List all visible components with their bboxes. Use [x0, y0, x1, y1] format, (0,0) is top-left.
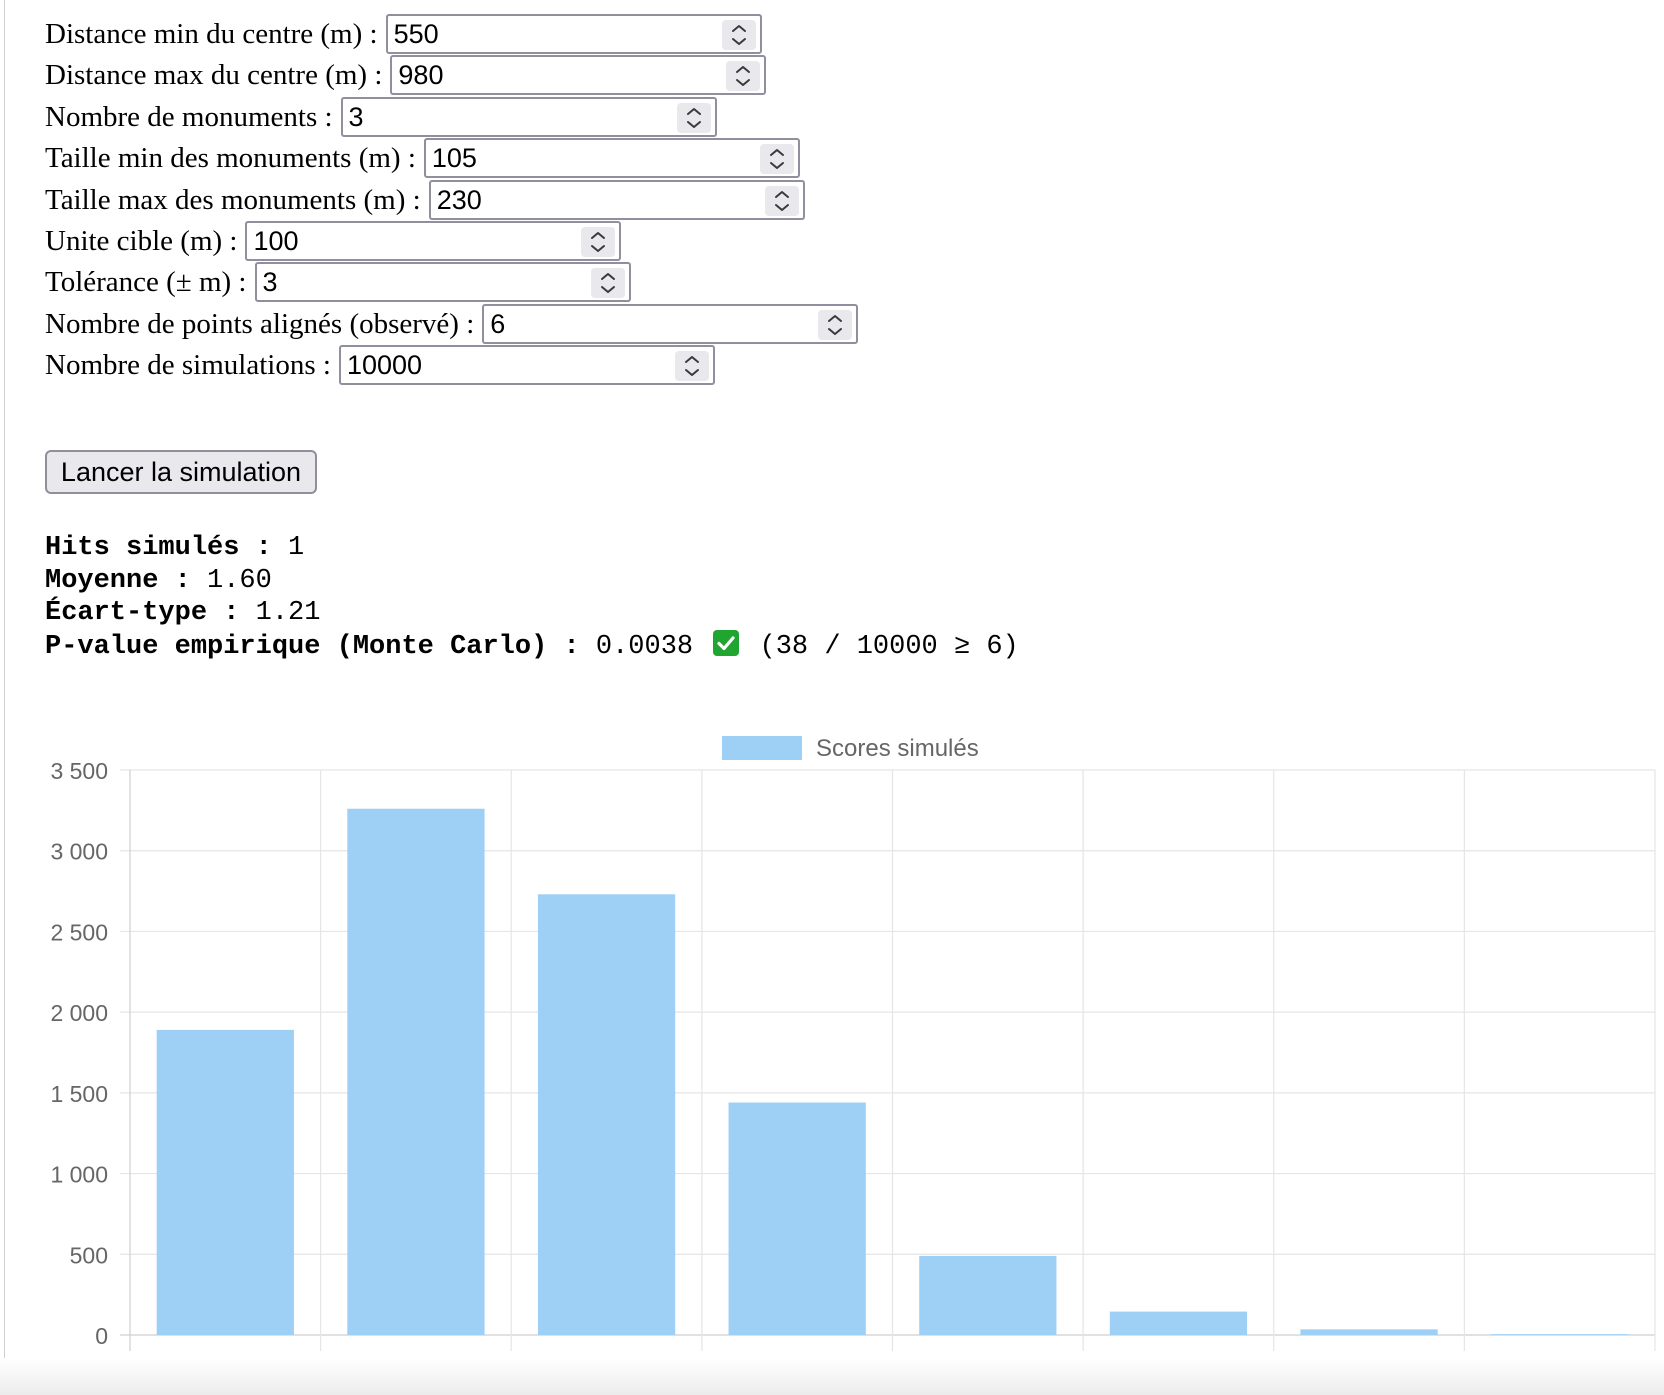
y-tick-label: 1 000	[50, 1162, 108, 1188]
mean-label: Moyenne :	[45, 565, 191, 596]
up-down-chevron-icon[interactable]	[818, 310, 853, 340]
form-row-target-unit: Unite cible (m) : 100	[45, 220, 622, 262]
bar-1	[347, 808, 485, 1335]
bar-0	[156, 1029, 294, 1335]
bar-5	[1109, 1311, 1248, 1335]
std-line: Écart-type : 1.21	[45, 597, 1019, 630]
up-down-chevron-icon[interactable]	[581, 227, 616, 257]
distance-min-input[interactable]: 550	[385, 14, 762, 54]
y-tick-label: 2 500	[50, 919, 108, 945]
field-label: Nombre de points alignés (observé) :	[45, 307, 475, 340]
up-down-chevron-icon[interactable]	[721, 20, 756, 50]
window-bottom-edge	[0, 1358, 1664, 1395]
size-max-input[interactable]: 230	[428, 180, 805, 220]
input-value: 6	[490, 308, 506, 339]
size-min-input[interactable]: 105	[423, 138, 800, 178]
input-value: 100	[253, 225, 299, 256]
legend-label: Scores simulés	[816, 735, 979, 762]
y-tick-label: 3 500	[50, 758, 108, 784]
results-panel: Hits simulés : 1 Moyenne : 1.60 Écart-type…	[45, 532, 1019, 663]
bar-7	[1491, 1334, 1629, 1335]
simulation-count-input[interactable]: 10000	[338, 345, 715, 385]
bar-4	[919, 1255, 1057, 1335]
up-down-chevron-icon[interactable]	[590, 268, 625, 298]
aligned-points-input[interactable]: 6	[482, 304, 859, 344]
y-tick-label: 2 000	[50, 1000, 108, 1026]
y-tick-label: 1 500	[50, 1081, 108, 1107]
up-down-chevron-icon[interactable]	[676, 103, 711, 133]
up-down-chevron-icon[interactable]	[759, 144, 794, 174]
hits-line: Hits simulés : 1	[45, 532, 1019, 565]
input-value: 3	[348, 101, 364, 132]
field-label: Taille max des monuments (m) :	[45, 183, 421, 216]
run-simulation-button[interactable]: Lancer la simulation	[45, 450, 317, 494]
form-row-simulation-count: Nombre de simulations : 10000	[45, 344, 715, 386]
input-value: 550	[393, 18, 439, 49]
input-value: 3	[262, 266, 278, 297]
up-down-chevron-icon[interactable]	[674, 351, 709, 381]
pvalue-detail: (38 / 10000 ≥ 6)	[759, 631, 1019, 662]
field-label: Tolérance (± m) :	[45, 265, 247, 298]
input-value: 230	[436, 184, 482, 215]
legend-swatch	[722, 736, 802, 760]
pvalue-value: 0.0038	[595, 631, 694, 662]
pvalue-line: P-value empirique (Monte Carlo) : 0.0038…	[45, 629, 1019, 664]
mean-value: 1.60	[207, 565, 272, 596]
target-unit-input[interactable]: 100	[245, 221, 622, 261]
bar-6	[1300, 1329, 1438, 1335]
hits-label: Hits simulés :	[45, 533, 272, 563]
form-row-size-max: Taille max des monuments (m) : 230	[45, 179, 805, 221]
form-row-aligned-points: Nombre de points alignés (observé) : 6	[45, 303, 859, 345]
check-mark-icon	[713, 629, 740, 656]
bar-3	[728, 1102, 866, 1335]
form-row-monument-count: Nombre de monuments : 3	[45, 96, 717, 138]
y-tick-label: 0	[95, 1323, 108, 1349]
form-row-size-min: Taille min des monuments (m) : 105	[45, 137, 800, 179]
y-tick-label: 500	[70, 1242, 108, 1268]
up-down-chevron-icon[interactable]	[726, 61, 761, 91]
input-value: 980	[398, 59, 444, 90]
field-label: Nombre de simulations :	[45, 348, 331, 381]
field-label: Distance min du centre (m) :	[45, 17, 378, 50]
mean-line: Moyenne : 1.60	[45, 565, 1019, 598]
y-tick-label: 3 000	[50, 839, 108, 865]
std-label: Écart-type :	[45, 598, 240, 628]
field-label: Distance max du centre (m) :	[45, 58, 383, 91]
field-label: Taille min des monuments (m) :	[45, 141, 416, 174]
hits-value: 1	[288, 533, 305, 563]
form-row-tolerance: Tolérance (± m) : 3	[45, 261, 631, 303]
std-value: 1.21	[255, 598, 321, 628]
input-value: 10000	[346, 349, 423, 380]
tolerance-input[interactable]: 3	[254, 262, 631, 302]
bar-2	[537, 894, 676, 1335]
up-down-chevron-icon[interactable]	[764, 186, 799, 216]
distance-max-input[interactable]: 980	[390, 55, 767, 95]
form-row-distance-min: Distance min du centre (m) : 550	[45, 13, 762, 55]
field-label: Nombre de monuments :	[45, 100, 333, 133]
scores-bar-chart: 05001 0001 5002 0002 5003 0003 500012345…	[50, 735, 1656, 1360]
field-label: Unite cible (m) :	[45, 224, 238, 257]
pvalue-label: P-value empirique (Monte Carlo) :	[45, 631, 580, 662]
monument-count-input[interactable]: 3	[340, 97, 717, 137]
input-value: 105	[431, 142, 477, 173]
form-row-distance-max: Distance max du centre (m) : 980	[45, 54, 767, 96]
